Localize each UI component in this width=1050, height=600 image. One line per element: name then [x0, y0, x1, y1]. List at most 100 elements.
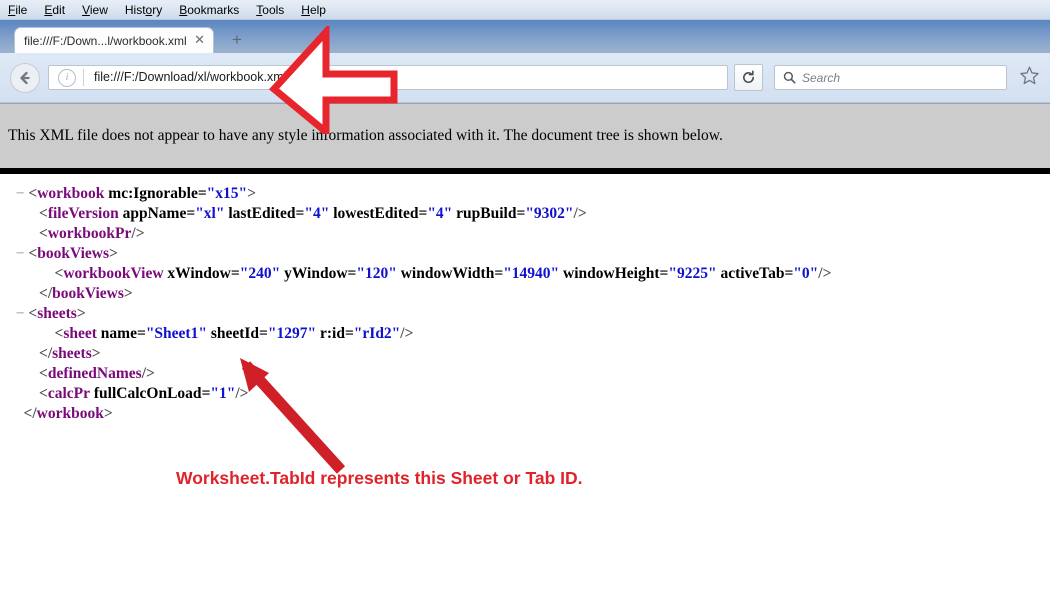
xml-style-notice: This XML file does not appear to have an… [0, 103, 1050, 168]
xml-toggle-spacer [31, 285, 39, 302]
xml-punct: > [77, 305, 86, 322]
xml-punct: /> [131, 225, 144, 242]
xml-punct: < [28, 185, 37, 202]
xml-punct: < [39, 365, 48, 382]
xml-attval: "x15" [207, 185, 247, 202]
xml-punct: > [247, 185, 256, 202]
xml-indent [8, 265, 47, 282]
xml-attname: fullCalcOnLoad [94, 385, 202, 402]
menu-item-tools[interactable]: Tools [256, 3, 284, 17]
xml-eq: = [494, 265, 503, 282]
xml-line: </workbook> [8, 404, 1050, 424]
xml-punct: > [109, 245, 118, 262]
xml-attval: "9302" [525, 205, 573, 222]
xml-punct: > [92, 345, 101, 362]
xml-tagname: bookViews [52, 285, 124, 302]
browser-tab-active[interactable]: file:///F:/Down...l/workbook.xml ✕ [14, 27, 214, 53]
annotation-caption: Worksheet.TabId represents this Sheet or… [176, 468, 582, 489]
collapse-toggle-icon[interactable]: − [16, 305, 29, 322]
xml-toggle-spacer [31, 205, 39, 222]
xml-line: − <bookViews> [8, 244, 1050, 264]
xml-punct: < [28, 245, 37, 262]
search-placeholder: Search [802, 71, 840, 85]
xml-attval: "4" [427, 205, 452, 222]
xml-punct: /> [400, 325, 413, 342]
navigation-toolbar: i file:///F:/Download/xl/workbook.xml Se… [0, 53, 1050, 103]
xml-toggle-spacer [31, 345, 39, 362]
xml-attval: "1297" [268, 325, 316, 342]
xml-attname: windowHeight [563, 265, 659, 282]
xml-indent [8, 325, 47, 342]
menu-item-bookmarks[interactable]: Bookmarks [179, 3, 239, 17]
back-arrow-icon [17, 70, 33, 86]
xml-tagname: workbook [37, 405, 104, 422]
xml-punct: </ [24, 405, 37, 422]
xml-punct: < [28, 305, 37, 322]
xml-tagname: workbookPr [48, 225, 132, 242]
collapse-toggle-icon[interactable]: − [16, 185, 29, 202]
xml-eq: = [418, 205, 427, 222]
menu-item-file[interactable]: File [8, 3, 27, 17]
xml-attval: "9225" [668, 265, 716, 282]
xml-attname: lowestEdited [333, 205, 418, 222]
xml-line: <sheet name="Sheet1" sheetId="1297" r:id… [8, 324, 1050, 344]
xml-punct: < [39, 225, 48, 242]
xml-toggle-spacer [47, 265, 55, 282]
xml-line: </sheets> [8, 344, 1050, 364]
xml-eq: = [186, 205, 195, 222]
xml-line: <workbookView xWindow="240" yWindow="120… [8, 264, 1050, 284]
xml-indent [8, 365, 31, 382]
xml-punct: < [39, 205, 48, 222]
xml-indent [8, 245, 16, 262]
menu-item-history[interactable]: History [125, 3, 162, 17]
xml-attname: yWindow [284, 265, 347, 282]
xml-indent [8, 385, 31, 402]
xml-tagname: workbook [37, 185, 104, 202]
bookmark-star-icon[interactable] [1019, 65, 1040, 90]
xml-punct: /> [142, 365, 155, 382]
xml-line: </bookViews> [8, 284, 1050, 304]
new-tab-button[interactable]: + [232, 31, 242, 48]
xml-punct: </ [39, 285, 52, 302]
xml-eq: = [231, 265, 240, 282]
xml-attval: "120" [356, 265, 396, 282]
xml-line: − <sheets> [8, 304, 1050, 324]
xml-attval: "4" [304, 205, 329, 222]
search-icon [783, 71, 796, 84]
menu-item-help[interactable]: Help [301, 3, 326, 17]
menu-item-edit[interactable]: Edit [44, 3, 65, 17]
xml-indent [8, 205, 31, 222]
xml-toggle-spacer [31, 225, 39, 242]
xml-notice-text: This XML file does not appear to have an… [8, 127, 723, 145]
search-box[interactable]: Search [774, 65, 1007, 90]
xml-punct: /> [818, 265, 831, 282]
reload-icon [741, 70, 756, 85]
xml-eq: = [137, 325, 146, 342]
xml-line: <definedNames/> [8, 364, 1050, 384]
xml-tagname: sheets [52, 345, 92, 362]
xml-attname: activeTab [720, 265, 784, 282]
xml-toggle-spacer [16, 405, 24, 422]
info-icon[interactable]: i [58, 69, 76, 87]
xml-punct: /> [574, 205, 587, 222]
xml-toggle-spacer [47, 325, 55, 342]
xml-punct: </ [39, 345, 52, 362]
address-bar-url: file:///F:/Download/xl/workbook.xml [84, 70, 286, 85]
xml-attname: r:id [320, 325, 345, 342]
menu-item-view[interactable]: View [82, 3, 108, 17]
xml-attval: "1" [210, 385, 235, 402]
xml-attname: mc:Ignorable [108, 185, 198, 202]
collapse-toggle-icon[interactable]: − [16, 245, 29, 262]
back-button[interactable] [10, 63, 40, 93]
xml-indent [8, 305, 16, 322]
xml-toggle-spacer [31, 365, 39, 382]
xml-toggle-spacer [31, 385, 39, 402]
reload-button[interactable] [734, 64, 763, 91]
xml-indent [8, 345, 31, 362]
xml-attname: appName [123, 205, 187, 222]
xml-punct: > [124, 285, 133, 302]
xml-attname: rupBuild [456, 205, 516, 222]
xml-tagname: definedNames [48, 365, 142, 382]
close-icon[interactable]: ✕ [190, 34, 207, 48]
address-bar[interactable]: i file:///F:/Download/xl/workbook.xml [48, 65, 728, 90]
